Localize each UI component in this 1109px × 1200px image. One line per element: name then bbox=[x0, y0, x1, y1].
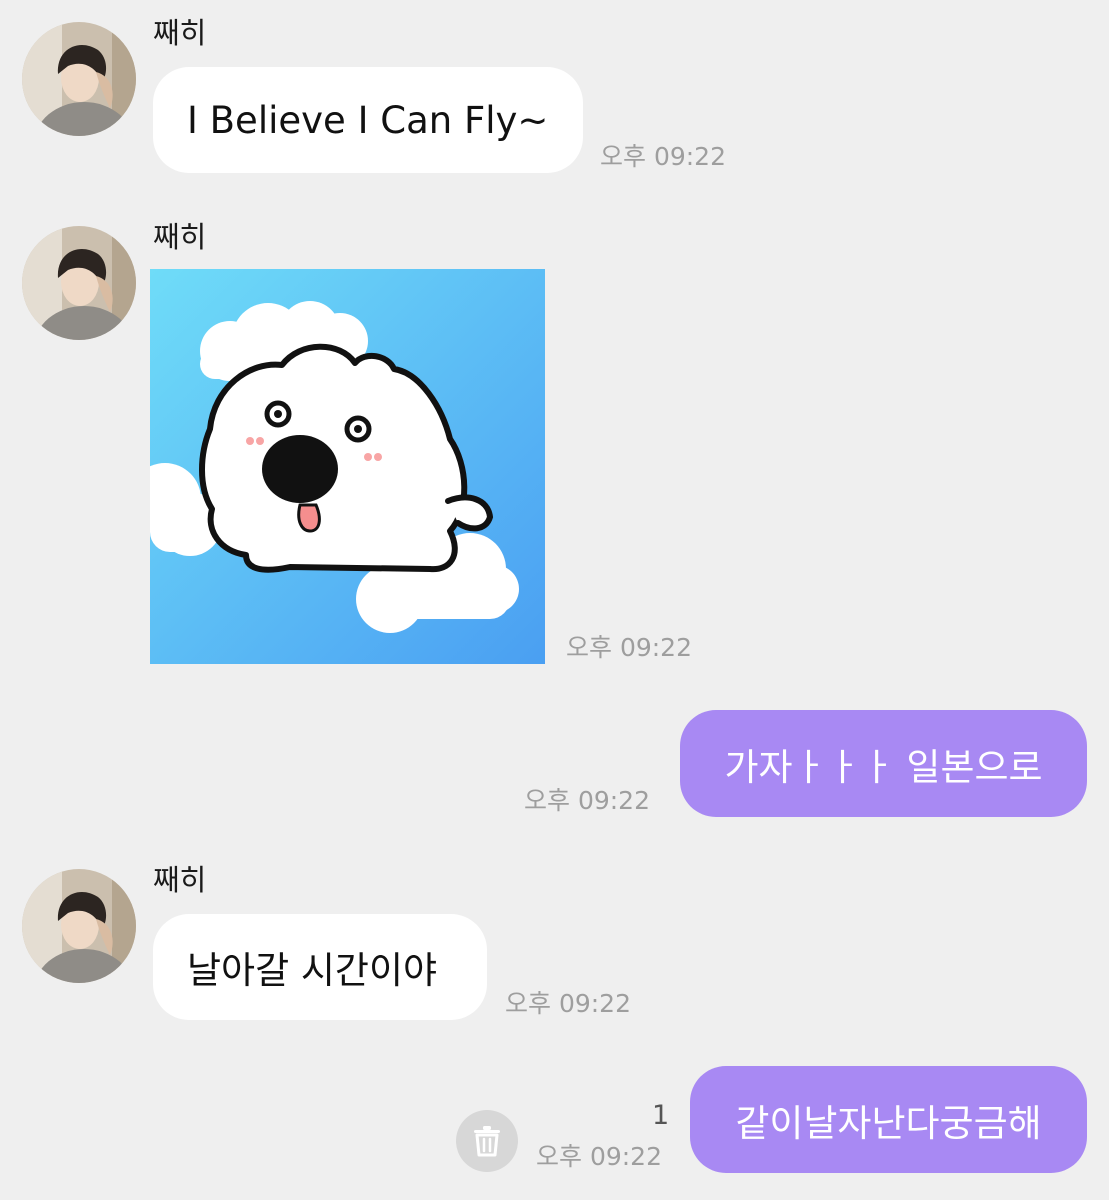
avatar[interactable] bbox=[22, 869, 136, 983]
sticker-image[interactable] bbox=[150, 269, 545, 664]
message-text: 같이날자난다궁금해 bbox=[735, 1101, 1042, 1145]
message-bubble-outgoing[interactable]: 가자ㅏㅏㅏ 일본으로 bbox=[680, 710, 1087, 817]
message-bubble[interactable]: 날아갈 시간이야 bbox=[153, 914, 487, 1020]
message-text: 가자ㅏㅏㅏ 일본으로 bbox=[724, 745, 1043, 789]
sender-name: 째히 bbox=[153, 863, 207, 897]
message-time: 오후 09:22 bbox=[536, 1142, 662, 1171]
unread-count: 1 bbox=[652, 1100, 670, 1131]
sender-name: 째히 bbox=[153, 16, 207, 50]
message-text: 날아갈 시간이야 bbox=[187, 949, 438, 992]
avatar[interactable] bbox=[22, 226, 136, 340]
message-time: 오후 09:22 bbox=[566, 633, 692, 662]
message-time: 오후 09:22 bbox=[600, 142, 726, 171]
message-text: I Believe I Can Fly~ bbox=[187, 98, 549, 142]
message-bubble[interactable]: I Believe I Can Fly~ bbox=[153, 67, 583, 173]
sender-name: 째히 bbox=[153, 220, 207, 254]
message-bubble-outgoing[interactable]: 같이날자난다궁금해 bbox=[690, 1066, 1087, 1173]
message-time: 오후 09:22 bbox=[524, 786, 650, 815]
flying-dog-sticker-icon bbox=[150, 269, 545, 664]
avatar[interactable] bbox=[22, 22, 136, 136]
trash-icon bbox=[474, 1126, 500, 1157]
message-time: 오후 09:22 bbox=[505, 989, 631, 1018]
delete-button[interactable] bbox=[456, 1110, 518, 1172]
